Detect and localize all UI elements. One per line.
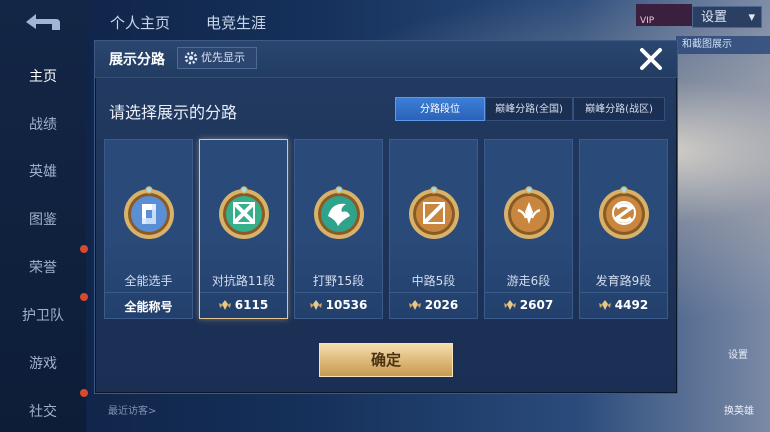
farm-lane-emblem-icon (599, 186, 649, 239)
jungle-emblem-icon (314, 186, 364, 239)
back-arrow-icon[interactable] (22, 10, 62, 34)
lane-card[interactable]: 游走6段 2607 (484, 139, 573, 319)
notification-dot (80, 389, 88, 397)
lane-card-score-value: 10536 (325, 298, 368, 312)
close-icon[interactable] (637, 45, 665, 73)
rank-points-icon (309, 300, 322, 310)
dialog-subtitle: 请选择展示的分路 (109, 103, 238, 122)
settings-shortcut[interactable]: 设置 (728, 346, 748, 361)
sidebar-item-heroes[interactable]: 英雄 (0, 161, 86, 181)
settings-label: 设置 (701, 10, 728, 25)
sidebar-item-record[interactable]: 战绩 (0, 114, 86, 134)
rank-points-icon (503, 300, 516, 310)
settings-button[interactable]: 设置 ▾ (692, 6, 762, 28)
lane-card-name: 对抗路11段 (211, 274, 276, 288)
rank-points-icon (218, 300, 231, 310)
chevron-down-icon: ▾ (748, 10, 755, 25)
tab-lane-rank[interactable]: 分路段位 (395, 97, 485, 121)
lane-card-score-value: 2607 (519, 298, 554, 312)
lane-card-score: 6115 (200, 298, 287, 312)
screenshot-label: 和截图展示 (682, 39, 732, 50)
tab-peak-lane-region[interactable]: 巅峰分路(战区) (573, 97, 665, 121)
dialog-header: 展示分路 优先显示 (95, 41, 677, 78)
card-divider (105, 292, 192, 293)
sidebar-item-codex[interactable]: 图鉴 (0, 209, 86, 229)
lane-card[interactable]: 全能选手 全能称号 (104, 139, 193, 319)
lane-card[interactable]: 中路5段 2026 (389, 139, 478, 319)
priority-display-label: 优先显示 (201, 51, 245, 64)
sidebar: 主页 战绩 英雄 图鉴 荣誉 护卫队 游戏 社交 (0, 0, 88, 432)
card-divider (200, 292, 287, 293)
notification-dot (80, 293, 88, 301)
lane-card-score: 10536 (295, 298, 382, 312)
sidebar-item-games[interactable]: 游戏 (0, 353, 86, 373)
change-hero-button[interactable]: 换英雄 (724, 402, 754, 417)
card-divider (485, 292, 572, 293)
lane-card[interactable]: 打野15段 10536 (294, 139, 383, 319)
sidebar-item-home[interactable]: 主页 (0, 66, 86, 86)
lane-card-name: 发育路9段 (595, 274, 652, 288)
vip-label: VIP (640, 16, 655, 26)
lane-card-name: 全能选手 (124, 274, 173, 288)
tab-peak-lane-national[interactable]: 巅峰分路(全国) (485, 97, 573, 121)
rank-points-icon (408, 300, 421, 310)
lane-card-score: 2026 (390, 298, 477, 312)
sidebar-item-social[interactable]: 社交 (0, 401, 86, 421)
recent-visitors[interactable]: 最近访客> (108, 402, 156, 417)
gear-icon (184, 51, 198, 65)
lane-card[interactable]: 发育路9段 4492 (579, 139, 668, 319)
dialog-title: 展示分路 (109, 52, 165, 68)
display-lane-dialog: 展示分路 优先显示 请选择展示的分路 分路段位 巅峰分路(全国) 巅峰分路(战区… (94, 40, 678, 394)
lane-card-score: 4492 (580, 298, 667, 312)
roam-emblem-icon (504, 186, 554, 239)
lane-card-score-value: 全能称号 (124, 300, 173, 314)
screenshot-button[interactable]: 和截图展示 (676, 36, 770, 54)
lane-card[interactable]: 对抗路11段 6115 (199, 139, 288, 319)
tab-profile[interactable]: 个人主页 (110, 12, 170, 33)
card-divider (580, 292, 667, 293)
lane-card-score-value: 4492 (614, 298, 649, 312)
card-divider (390, 292, 477, 293)
sidebar-item-guard[interactable]: 护卫队 (0, 305, 86, 325)
mid-lane-emblem-icon (409, 186, 459, 239)
lane-card-name: 打野15段 (312, 274, 365, 288)
lane-card-name: 游走6段 (506, 274, 551, 288)
lane-card-name: 中路5段 (411, 274, 456, 288)
lane-card-score-value: 6115 (234, 298, 269, 312)
lane-card-score: 全能称号 (105, 298, 192, 315)
notification-dot (80, 245, 88, 253)
all-round-emblem-icon (124, 186, 174, 239)
priority-display-button[interactable]: 优先显示 (177, 47, 257, 69)
lane-card-score: 2607 (485, 298, 572, 312)
rank-points-icon (598, 300, 611, 310)
tab-esports[interactable]: 电竞生涯 (206, 12, 266, 33)
clash-lane-emblem-icon (219, 186, 269, 239)
card-divider (295, 292, 382, 293)
lane-card-score-value: 2026 (424, 298, 459, 312)
sidebar-item-honor[interactable]: 荣誉 (0, 257, 86, 277)
vip-banner[interactable]: VIP (636, 4, 692, 26)
confirm-button[interactable]: 确定 (319, 343, 453, 377)
